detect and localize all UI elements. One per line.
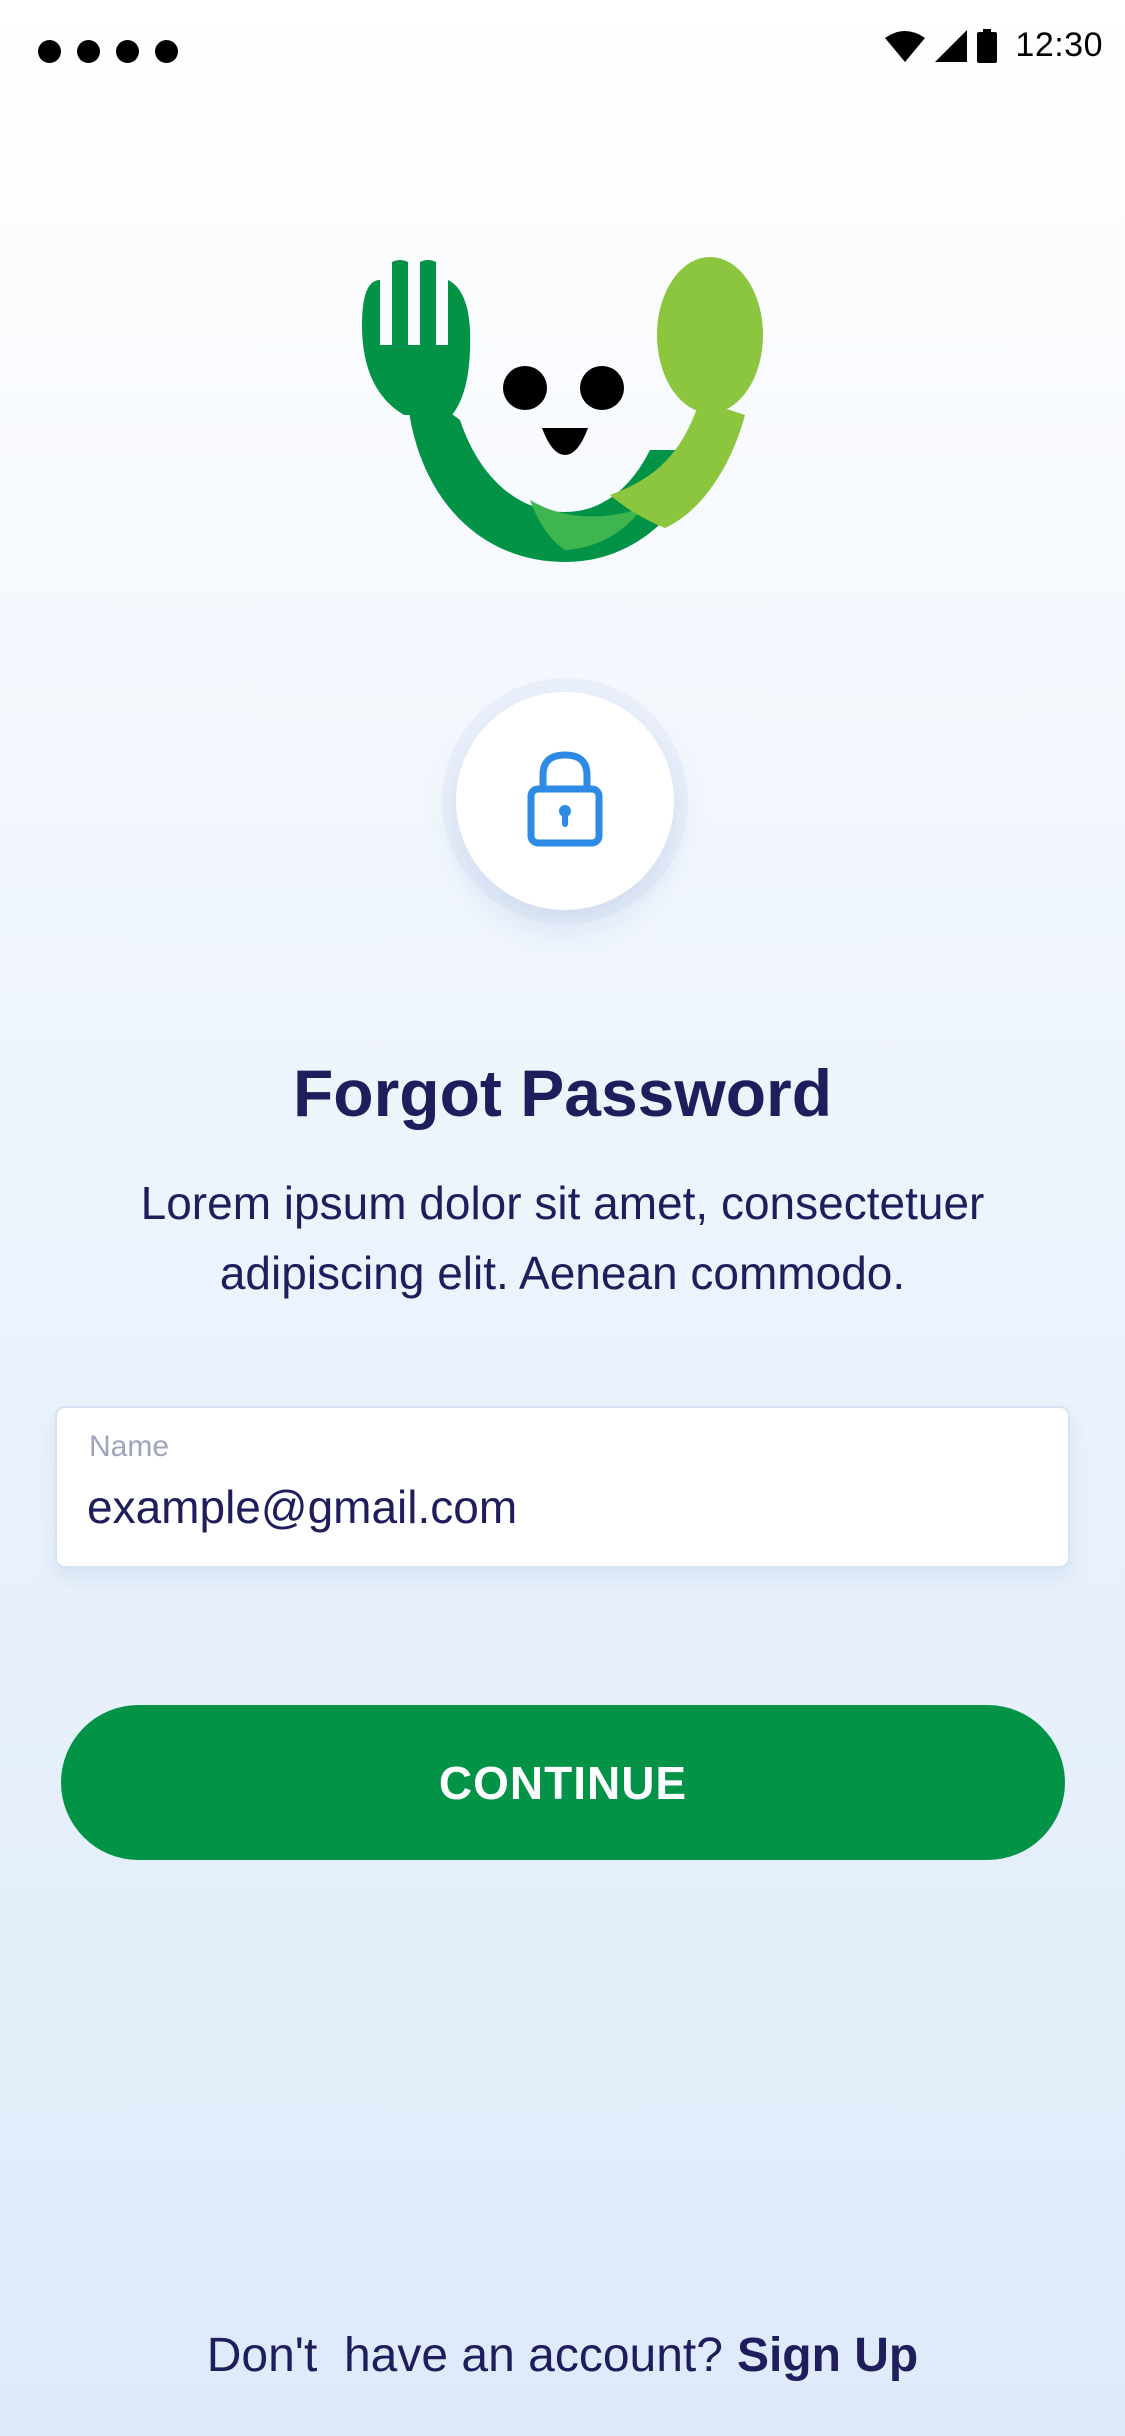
lock-badge (456, 692, 674, 910)
continue-button[interactable]: CONTINUE (61, 1705, 1065, 1860)
signal-dots-icon (38, 40, 178, 63)
wifi-icon (885, 30, 926, 62)
signup-prompt: Don't have an account? Sign Up (0, 2328, 1125, 2383)
status-icons: 12:30 (885, 26, 1103, 65)
lock-icon (525, 749, 605, 854)
signup-prompt-text: Don't have an account? (206, 2329, 723, 2382)
email-field[interactable] (87, 1480, 1027, 1534)
battery-icon (977, 28, 998, 63)
page-title: Forgot Password (292, 1056, 833, 1130)
email-field-label: Name (89, 1430, 170, 1463)
page-description: Lorem ipsum dolor sit amet, consectetuer… (140, 1177, 985, 1299)
app-logo (360, 250, 765, 570)
cellular-icon (935, 29, 968, 62)
email-field-card[interactable]: Name (55, 1406, 1070, 1568)
clock: 12:30 (1015, 26, 1103, 64)
signup-link[interactable]: Sign Up (737, 2329, 918, 2382)
status-bar: 12:30 (0, 0, 1125, 100)
